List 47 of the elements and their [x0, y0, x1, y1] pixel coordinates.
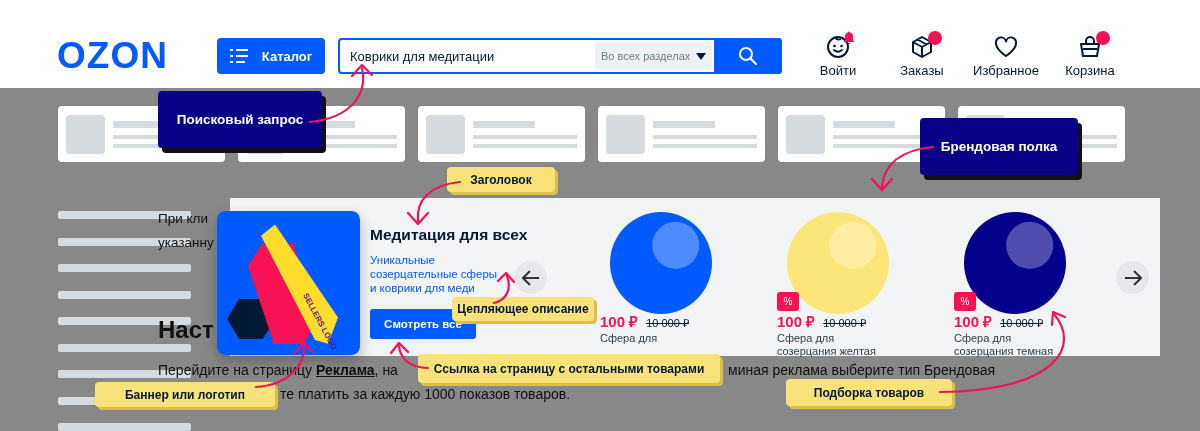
- nav-item[interactable]: Избранное: [964, 34, 1048, 78]
- annotation-tooltip: Подборка товаров: [786, 379, 952, 406]
- arrow: [308, 63, 374, 124]
- arrow-left-icon: [521, 269, 540, 286]
- next-button[interactable]: [1116, 261, 1149, 294]
- shelf-description: Уникальные созерцательные сферы и коврики для меди: [370, 253, 499, 295]
- heart-icon: [993, 34, 1019, 60]
- box-icon: [909, 34, 935, 60]
- nav-item[interactable]: Заказы: [880, 34, 964, 78]
- nav-item[interactable]: Войти: [796, 34, 880, 78]
- menu-icon: [229, 49, 248, 63]
- product-name[interactable]: Сфера для: [600, 332, 715, 345]
- article-heading: Наст: [158, 315, 214, 345]
- article-text: те платить за каждую 1000 показов товаров.: [280, 385, 571, 404]
- caret-icon: [696, 52, 706, 60]
- shelf-title: Медитация для всех: [370, 226, 529, 244]
- article-text: указанну: [158, 234, 214, 252]
- article-text: миная реклама выберите тип Брендовая: [728, 361, 996, 380]
- discount-badge: %: [777, 292, 799, 311]
- arrow: [870, 145, 935, 192]
- nav-item[interactable]: Корзина: [1048, 34, 1132, 78]
- price: 100 ₽: [600, 312, 639, 331]
- old-price: 10 000 ₽: [646, 316, 689, 330]
- basket-icon: [1077, 34, 1103, 60]
- previous-button[interactable]: [514, 261, 547, 294]
- arrow: [406, 180, 462, 226]
- price: 100 ₽: [954, 312, 993, 331]
- annotation-tooltip: Ссылка на страницу с остальными товарами: [418, 354, 720, 383]
- article-text: При кли: [158, 210, 208, 228]
- scope-dropdown[interactable]: Во всех разделах: [595, 42, 712, 70]
- annotation-tooltip: Цепляющее описание: [452, 297, 594, 321]
- annotation-tooltip: Баннер или логотип: [95, 382, 275, 407]
- link[interactable]: Реклама: [316, 362, 375, 378]
- annotation-tooltip: Заголовок: [447, 167, 555, 192]
- price: 100 ₽: [777, 312, 816, 331]
- search-field[interactable]: Коврики для медитации Во всех разделах: [338, 38, 782, 74]
- old-price: 10 000 ₽: [1000, 316, 1043, 330]
- search-button[interactable]: [714, 38, 782, 74]
- discount-badge: %: [954, 292, 976, 311]
- catalog-button[interactable]: Каталог: [217, 38, 325, 74]
- product-name[interactable]: Сфера для созерцания темная: [954, 332, 1069, 358]
- arrow-right-icon: [1123, 269, 1142, 286]
- product-name[interactable]: Сфера для созерцания желтая: [777, 332, 892, 358]
- old-price: 10 000 ₽: [823, 316, 866, 330]
- search-icon: [738, 46, 758, 66]
- logo[interactable]: OZON: [57, 38, 173, 74]
- face-icon: [825, 34, 851, 60]
